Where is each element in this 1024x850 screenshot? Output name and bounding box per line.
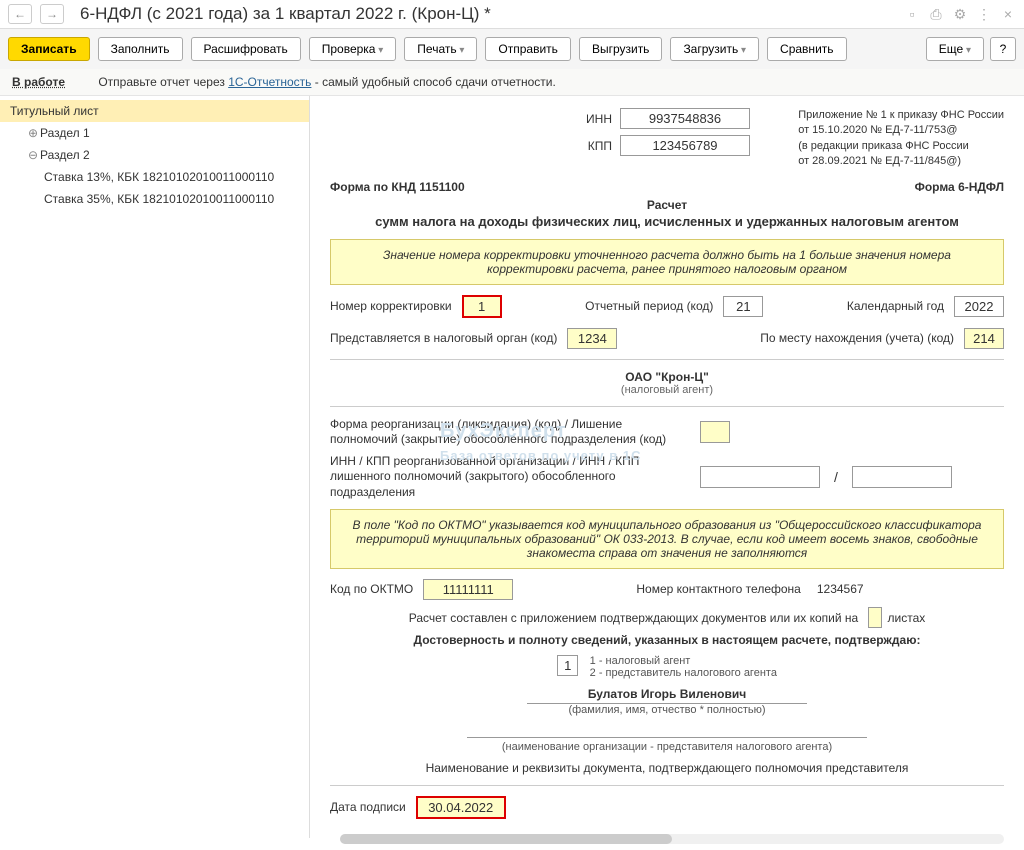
send-button[interactable]: Отправить — [485, 37, 571, 61]
menu-icon[interactable]: ⋮ — [976, 6, 992, 22]
info-text: Отправьте отчет через 1С-Отчетность - са… — [98, 75, 555, 89]
expand-icon: ⊕ — [28, 126, 40, 140]
reorg-code-field[interactable] — [700, 421, 730, 443]
inn-field[interactable]: 9937548836 — [620, 108, 750, 129]
nav-forward-button[interactable]: → — [40, 4, 64, 24]
signer-name[interactable]: Булатов Игорь Виленович — [527, 687, 807, 704]
reorg-kpp-field[interactable] — [852, 466, 952, 488]
reorg-inn-label: ИНН / КПП реорганизованной организации /… — [330, 454, 690, 501]
pages-label1: Расчет составлен с приложением подтвержд… — [409, 611, 858, 625]
horizontal-scrollbar[interactable] — [340, 834, 1004, 844]
decode-button[interactable]: Расшифровать — [191, 37, 301, 61]
oktmo-field[interactable]: 11111111 — [423, 579, 513, 600]
annex-text: Приложение № 1 к приказу ФНС России от 1… — [798, 108, 1004, 170]
reporting-link[interactable]: 1С-Отчетность — [228, 75, 311, 89]
fill-button[interactable]: Заполнить — [98, 37, 183, 61]
help-button[interactable]: ? — [990, 37, 1016, 61]
agent-type-field[interactable]: 1 — [557, 655, 578, 676]
tree-title-page[interactable]: Титульный лист — [0, 100, 309, 122]
date-field[interactable]: 30.04.2022 — [416, 796, 506, 819]
reorg-inn-field[interactable] — [700, 466, 820, 488]
tree-section1[interactable]: ⊕Раздел 1 — [0, 122, 309, 144]
more-button[interactable]: Еще — [926, 37, 984, 61]
pages-field[interactable] — [868, 607, 882, 628]
close-icon[interactable]: × — [1000, 6, 1016, 22]
phone-label: Номер контактного телефона — [636, 582, 800, 596]
inn-label: ИНН — [586, 112, 612, 126]
formname-label: Форма 6-НДФЛ — [915, 180, 1004, 194]
rep-sub: (наименование организации - представител… — [330, 741, 1004, 753]
date-label: Дата подписи — [330, 800, 406, 814]
reorg-label: Форма реорганизации (ликвидация) (код) /… — [330, 417, 690, 448]
record-button[interactable]: Записать — [8, 37, 90, 61]
knd-label: Форма по КНД 1151100 — [330, 180, 465, 194]
main-form: ИНН 9937548836 КПП 123456789 Приложение … — [310, 96, 1024, 838]
loc-label: По месту нахождения (учета) (код) — [760, 331, 954, 345]
export-button[interactable]: Выгрузить — [579, 37, 663, 61]
compare-button[interactable]: Сравнить — [767, 37, 846, 61]
kpp-field[interactable]: 123456789 — [620, 135, 750, 156]
save-icon[interactable]: ▫ — [904, 6, 920, 22]
settings-icon[interactable]: ⚙ — [952, 6, 968, 22]
pages-label2: листах — [888, 611, 926, 625]
period-label: Отчетный период (код) — [585, 299, 713, 313]
year-field[interactable]: 2022 — [954, 296, 1004, 317]
status-link[interactable]: В работе — [12, 75, 65, 89]
window-title: 6-НДФЛ (с 2021 года) за 1 квартал 2022 г… — [72, 4, 896, 24]
subtitle: Расчет — [330, 198, 1004, 212]
nav-back-button[interactable]: ← — [8, 4, 32, 24]
kpp-label: КПП — [588, 139, 612, 153]
note-correction: Значение номера корректировки уточненног… — [330, 239, 1004, 285]
tree-rate13[interactable]: Ставка 13%, КБК 18210102010011000110 — [0, 166, 309, 188]
tree-rate35[interactable]: Ставка 35%, КБК 18210102010011000110 — [0, 188, 309, 210]
print-icon[interactable]: ⎙ — [928, 6, 944, 22]
phone-field[interactable]: 1234567 — [811, 580, 891, 598]
note-oktmo: В поле "Код по ОКТМО" указывается код му… — [330, 509, 1004, 569]
import-button[interactable]: Загрузить — [670, 37, 759, 61]
org-name: ОАО "Крон-Ц" — [330, 370, 1004, 384]
taxorg-label: Представляется в налоговый орган (код) — [330, 331, 557, 345]
org-sub: (налоговый агент) — [330, 384, 1004, 396]
confirm-label: Достоверность и полноту сведений, указан… — [330, 633, 1004, 647]
subtitle2: сумм налога на доходы физических лиц, ис… — [330, 214, 1004, 229]
check-button[interactable]: Проверка — [309, 37, 397, 61]
corr-field[interactable]: 1 — [462, 295, 502, 318]
tree-section2[interactable]: ⊖Раздел 2 — [0, 144, 309, 166]
loc-field[interactable]: 214 — [964, 328, 1004, 349]
taxorg-field[interactable]: 1234 — [567, 328, 617, 349]
rep-org-line[interactable] — [467, 724, 867, 738]
year-label: Календарный год — [847, 299, 944, 313]
collapse-icon: ⊖ — [28, 148, 40, 162]
corr-label: Номер корректировки — [330, 299, 452, 313]
signer-sub: (фамилия, имя, отчество * полностью) — [330, 704, 1004, 716]
oktmo-label: Код по ОКТМО — [330, 582, 413, 596]
print-button[interactable]: Печать — [404, 37, 477, 61]
sidebar: Титульный лист ⊕Раздел 1 ⊖Раздел 2 Ставк… — [0, 96, 310, 838]
doc-title: Наименование и реквизиты документа, подт… — [330, 761, 1004, 775]
period-field[interactable]: 21 — [723, 296, 763, 317]
